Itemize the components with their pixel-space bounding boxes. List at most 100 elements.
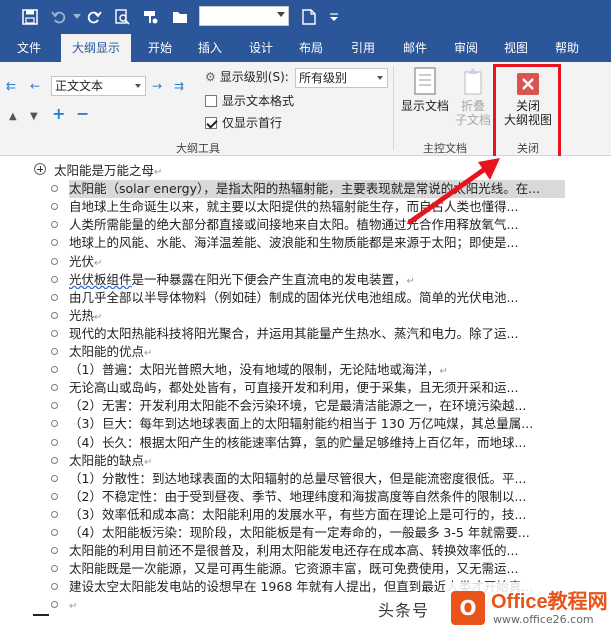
- outline-bullet-icon[interactable]: [51, 456, 58, 464]
- show-level-row: ⚙ 显示级别(S):: [205, 68, 289, 86]
- paragraph-text: 光伏: [69, 253, 95, 269]
- outline-bullet-icon[interactable]: [51, 510, 58, 518]
- tab-view[interactable]: 视图: [494, 34, 538, 62]
- outline-paragraph[interactable]: 地球上的风能、水能、海洋温差能、波浪能和生物质能都是来源于太阳；即使是...: [69, 234, 597, 252]
- tab-mailings[interactable]: 邮件: [393, 34, 437, 62]
- print-preview-icon[interactable]: [112, 7, 132, 27]
- show-text-format-checkbox[interactable]: [205, 95, 217, 107]
- outline-bullet-icon[interactable]: [51, 329, 58, 337]
- outline-paragraph[interactable]: （3）巨大：每年到达地球表面上的太阳辐射能约相当于 130 万亿吨煤，其总量属.…: [69, 415, 597, 433]
- paragraph-text: （1）分散性：到达地球表面的太阳辐射的总量尽管很大，但是能流密度很低。平...: [69, 470, 527, 486]
- demote-to-body-icon[interactable]: ⇉: [174, 80, 184, 92]
- move-up-icon[interactable]: ▲: [9, 111, 17, 123]
- font-combobox[interactable]: [199, 6, 289, 26]
- show-text-format-row[interactable]: 显示文本格式: [205, 92, 294, 110]
- collapse-icon[interactable]: −: [76, 106, 89, 122]
- first-line-only-checkbox[interactable]: [205, 117, 217, 129]
- chevron-down-icon[interactable]: [277, 12, 285, 17]
- first-line-only-label: 仅显示首行: [222, 116, 283, 130]
- quick-access-toolbar: [0, 0, 611, 34]
- outline-paragraph[interactable]: （1）普遍：太阳光普照大地，没有地域的限制，无论陆地或海洋，↵: [69, 361, 597, 379]
- outline-bullet-icon[interactable]: [51, 438, 58, 446]
- paragraph-mark: ↵: [144, 456, 153, 468]
- outline-level-value: 正文文本: [55, 79, 104, 93]
- outline-paragraph[interactable]: 太阳能的利用目前还不是很普及，利用太阳能发电还存在成本高、转换效率低的...: [69, 542, 597, 560]
- paragraph-mark: ↵: [94, 257, 103, 269]
- chevron-down-icon[interactable]: [377, 76, 383, 80]
- paragraph-text: （3）效率低和成本高：太阳能利用的发展水平，有些方面在理论上是可行的，技...: [69, 506, 527, 522]
- paragraph-text: 太阳能既是一次能源，又是可再生能源。它资源丰富，既可免费使用，又无需运...: [69, 561, 519, 577]
- outline-paragraph[interactable]: （3）效率低和成本高：太阳能利用的发展水平，有些方面在理论上是可行的，技...: [69, 506, 597, 524]
- paragraph-mark: ↵: [439, 366, 448, 378]
- paragraph-text: （4）太阳能板污染：现阶段，太阳能板是有一定寿命的，一般最多 3-5 年就需要.…: [69, 525, 530, 540]
- show-document-button[interactable]: 显示文档: [397, 66, 453, 113]
- outline-paragraph[interactable]: （1）分散性：到达地球表面的太阳辐射的总量尽管很大，但是能流密度很低。平...: [69, 470, 597, 488]
- outline-paragraph[interactable]: 人类所需能量的绝大部分都直接或间接地来自太阳。植物通过光合作用释放氧气...: [69, 216, 597, 234]
- outline-tools-group-label: 大纲工具: [176, 142, 220, 155]
- outline-paragraph[interactable]: （4）长久：根据太阳产生的核能速率估算，氢的贮量足够维持上百亿年，而地球...: [69, 434, 597, 452]
- tab-insert[interactable]: 插入: [188, 34, 232, 62]
- collapse-subdocuments-button[interactable]: 折叠 子文档: [452, 66, 494, 127]
- tab-help[interactable]: 帮助: [545, 34, 589, 62]
- paragraph-mark: ↵: [69, 601, 78, 613]
- paragraph-text: 太阳能是万能之母: [54, 163, 155, 178]
- annotation-arrow: [407, 158, 500, 225]
- expand-heading-icon[interactable]: [34, 163, 46, 175]
- outline-paragraph[interactable]: 光伏板组件是一种暴露在阳光下便会产生直流电的发电装置，↵: [69, 271, 597, 289]
- show-text-format-label: 显示文本格式: [222, 94, 295, 108]
- move-down-icon[interactable]: ▼: [30, 111, 38, 123]
- outline-bullet-icon[interactable]: [51, 257, 58, 265]
- outline-bullet-icon[interactable]: [51, 275, 58, 283]
- new-document-icon[interactable]: [300, 7, 318, 27]
- outline-paragraph[interactable]: 太阳能的缺点↵: [69, 452, 597, 470]
- paragraph-text: （2）无害：开发利用太阳能不会污染环境，它是最清洁能源之一，在环境污染越...: [69, 398, 527, 414]
- watermark-text: 头条号: [378, 601, 430, 620]
- format-painter-icon[interactable]: [140, 7, 160, 27]
- outline-paragraph[interactable]: 太阳能既是一次能源，又是可再生能源。它资源丰富，既可免费使用，又无需运...: [69, 560, 597, 578]
- spelling-flag[interactable]: 光伏板组件: [69, 272, 132, 287]
- outline-level-dropdown[interactable]: 正文文本: [51, 76, 146, 96]
- paragraph-mark: ↵: [406, 275, 415, 287]
- outline-paragraph[interactable]: （4）太阳能板污染：现阶段，太阳能板是有一定寿命的，一般最多 3-5 年就需要.…: [69, 524, 597, 542]
- outline-paragraph[interactable]: 光伏↵: [69, 253, 597, 271]
- outline-paragraph[interactable]: 由几乎全部以半导体物料（例如硅）制成的固体光伏电池组成。简单的光伏电池...: [69, 289, 597, 307]
- outline-bullet-icon[interactable]: [51, 348, 58, 355]
- outline-paragraph[interactable]: 太阳能的优点↵: [69, 343, 597, 361]
- outline-bullet-icon[interactable]: [51, 492, 58, 500]
- undo-dropdown-icon[interactable]: [72, 7, 82, 27]
- undo-icon[interactable]: [48, 7, 70, 27]
- outline-paragraph[interactable]: 光热↵: [69, 307, 597, 325]
- expand-icon[interactable]: +: [52, 106, 65, 122]
- outline-bullet-icon[interactable]: [51, 293, 58, 301]
- ribbon-tabs: 文件 大纲显示 开始 插入 设计 布局 引用 邮件 审阅 视图 帮助: [0, 34, 611, 62]
- first-line-only-row[interactable]: 仅显示首行: [205, 114, 282, 132]
- paragraph-mark: ↵: [94, 311, 103, 323]
- save-icon[interactable]: [20, 7, 40, 27]
- outline-paragraph[interactable]: 无论高山或岛屿，都处处皆有，可直接开发和利用，便于采集，且无须开采和运...: [69, 379, 597, 397]
- outline-paragraph[interactable]: （2）无害：开发利用太阳能不会污染环境，它是最清洁能源之一，在环境污染越...: [69, 397, 597, 415]
- outline-bullet-icon[interactable]: [51, 529, 58, 536]
- promote-to-heading1-icon[interactable]: ⇇: [6, 80, 16, 92]
- paragraph-text: 光热: [69, 307, 95, 323]
- paragraph-text: 由几乎全部以半导体物料（例如硅）制成的固体光伏电池组成。简单的光伏电池...: [69, 289, 519, 305]
- outline-paragraph[interactable]: （2）不稳定性：由于受到昼夜、季节、地理纬度和海拔高度等自然条件的限制以...: [69, 488, 597, 506]
- tab-design[interactable]: 设计: [239, 34, 283, 62]
- tab-layout[interactable]: 布局: [289, 34, 333, 62]
- promote-icon[interactable]: ←: [30, 80, 40, 92]
- outline-paragraph[interactable]: 现代的太阳热能科技将阳光聚合，并运用其能量产生热水、蒸汽和电力。除了运...: [69, 325, 597, 343]
- tab-home[interactable]: 开始: [138, 34, 182, 62]
- redo-icon[interactable]: [84, 7, 104, 27]
- outline-bullet-icon[interactable]: [51, 311, 58, 319]
- chevron-down-icon[interactable]: [135, 84, 141, 88]
- tab-outline-view[interactable]: 大纲显示: [61, 34, 131, 62]
- show-level-dropdown[interactable]: 所有级别: [295, 68, 388, 88]
- paragraph-text: 无论高山或岛屿，都处处皆有，可直接开发和利用，便于采集，且无须开采和运...: [69, 380, 519, 396]
- tab-references[interactable]: 引用: [341, 34, 385, 62]
- outline-paragraph[interactable]: 自地球上生命诞生以来，就主要以太阳提供的热辐射能生存，而自古人类也懂得...: [69, 198, 597, 216]
- customize-toolbar-icon[interactable]: [328, 7, 340, 27]
- tab-review[interactable]: 审阅: [444, 34, 488, 62]
- demote-icon[interactable]: →: [152, 80, 162, 92]
- outline-bullet-icon[interactable]: [51, 474, 58, 482]
- tab-file[interactable]: 文件: [5, 34, 53, 62]
- folder-icon[interactable]: [170, 7, 190, 27]
